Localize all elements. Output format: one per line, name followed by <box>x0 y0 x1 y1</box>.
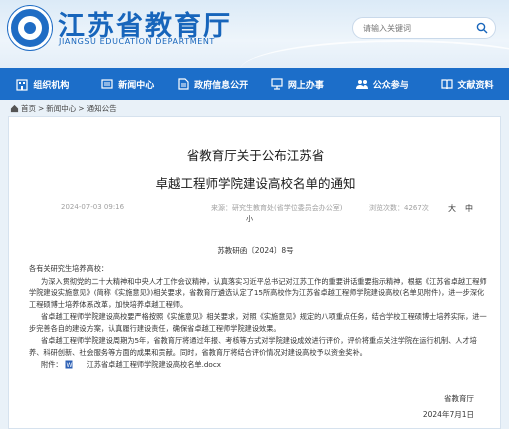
article-title-line1: 省教育厅关于公布江苏省 <box>186 148 325 163</box>
signature: 省教育厅 <box>444 394 474 403</box>
breadcrumb-news[interactable]: 新闻中心 <box>46 103 76 114</box>
computer-icon <box>271 78 283 90</box>
article-meta: 2024-07-03 09:16 来源：研究生教育处(省学位委员会办公室) 浏览… <box>35 203 475 217</box>
nav-item-literature[interactable]: 文献资料 <box>424 68 509 100</box>
word-doc-icon: W <box>65 360 73 369</box>
breadcrumb-notices[interactable]: 通知公告 <box>87 103 117 114</box>
attachment-row: 附件： W 江苏省卓越工程师学院建设高校名单.docx <box>29 359 489 371</box>
nav-label: 组织机构 <box>33 80 70 91</box>
nav-item-news[interactable]: 新闻中心 <box>85 68 170 100</box>
nav-label: 政府信息公开 <box>194 80 249 91</box>
attachment-link[interactable]: 江苏省卓越工程师学院建设高校名单.docx <box>75 359 221 371</box>
article-card: 省教育厅关于公布江苏省 卓越工程师学院建设高校名单的通知 2024-07-03 … <box>8 116 501 429</box>
people-icon <box>355 80 368 89</box>
svg-text:W: W <box>66 362 72 369</box>
site-logo-icon[interactable] <box>8 6 52 50</box>
book-icon <box>440 79 453 90</box>
nav-item-online-service[interactable]: 网上办事 <box>254 68 339 100</box>
article-source: 来源：研究生教育处(省学位委员会办公室) <box>211 204 343 212</box>
nav-label: 公众参与 <box>372 80 409 91</box>
search-box <box>352 17 496 39</box>
search-input[interactable] <box>363 21 463 36</box>
nav-item-gov-info[interactable]: 政府信息公开 <box>170 68 255 100</box>
header-decoration <box>240 40 509 68</box>
nav-label: 文献资料 <box>457 80 494 91</box>
document-number: 苏教研函〔2024〕8号 <box>217 246 294 255</box>
paragraph: 省卓越工程师学院建设周期为5年，省教育厅将通过年报、考核等方式对学院建设成效进行… <box>29 336 477 357</box>
breadcrumb-separator: > <box>38 104 45 113</box>
font-size-small-button[interactable]: 小 <box>246 214 253 224</box>
building-icon <box>16 79 29 91</box>
publish-date: 2024-07-03 09:16 <box>61 203 125 211</box>
sign-date: 2024年7月1日 <box>422 410 474 419</box>
paragraph: 省卓越工程师学院建设高校要严格按照《实施意见》相关要求，对照《实施意见》规定的八… <box>29 312 487 333</box>
nav-label: 网上办事 <box>287 80 324 91</box>
breadcrumb-separator: > <box>78 104 85 113</box>
article-body: 各有关研究生培养高校： 为深入贯彻党的二十大精神和中央人才工作会议精神，认真落实… <box>29 263 489 371</box>
attachment-label: 附件： <box>41 360 63 369</box>
breadcrumb-home[interactable]: 首页 <box>21 103 36 114</box>
font-size-large-button[interactable]: 大 <box>448 203 456 214</box>
home-icon <box>10 104 19 113</box>
font-size-medium-button[interactable]: 中 <box>465 203 473 214</box>
salutation: 各有关研究生培养高校： <box>29 264 109 273</box>
paragraph: 为深入贯彻党的二十大精神和中央人才工作会议精神，认真落实习近平总书记对江苏工作的… <box>29 276 487 309</box>
breadcrumb: 首页 > 新闻中心 > 通知公告 <box>10 103 117 114</box>
search-icon[interactable] <box>476 22 488 34</box>
site-header: 江苏省教育厅 JIANGSU EDUCATION DEPARTMENT <box>0 0 509 68</box>
nav-label: 新闻中心 <box>118 80 155 91</box>
document-icon <box>178 78 189 90</box>
nav-item-public-participation[interactable]: 公众参与 <box>339 68 424 100</box>
view-count: 浏览次数：4267次 <box>369 204 429 212</box>
newspaper-icon <box>101 79 113 89</box>
article-title-line2: 卓越工程师学院建设高校名单的通知 <box>155 176 356 191</box>
nav-item-organization[interactable]: 组织机构 <box>0 68 85 100</box>
main-nav: 组织机构 新闻中心 政府信息公开 网上办事 公众参与 文献资料 <box>0 68 509 100</box>
site-subtitle: JIANGSU EDUCATION DEPARTMENT <box>59 37 215 46</box>
